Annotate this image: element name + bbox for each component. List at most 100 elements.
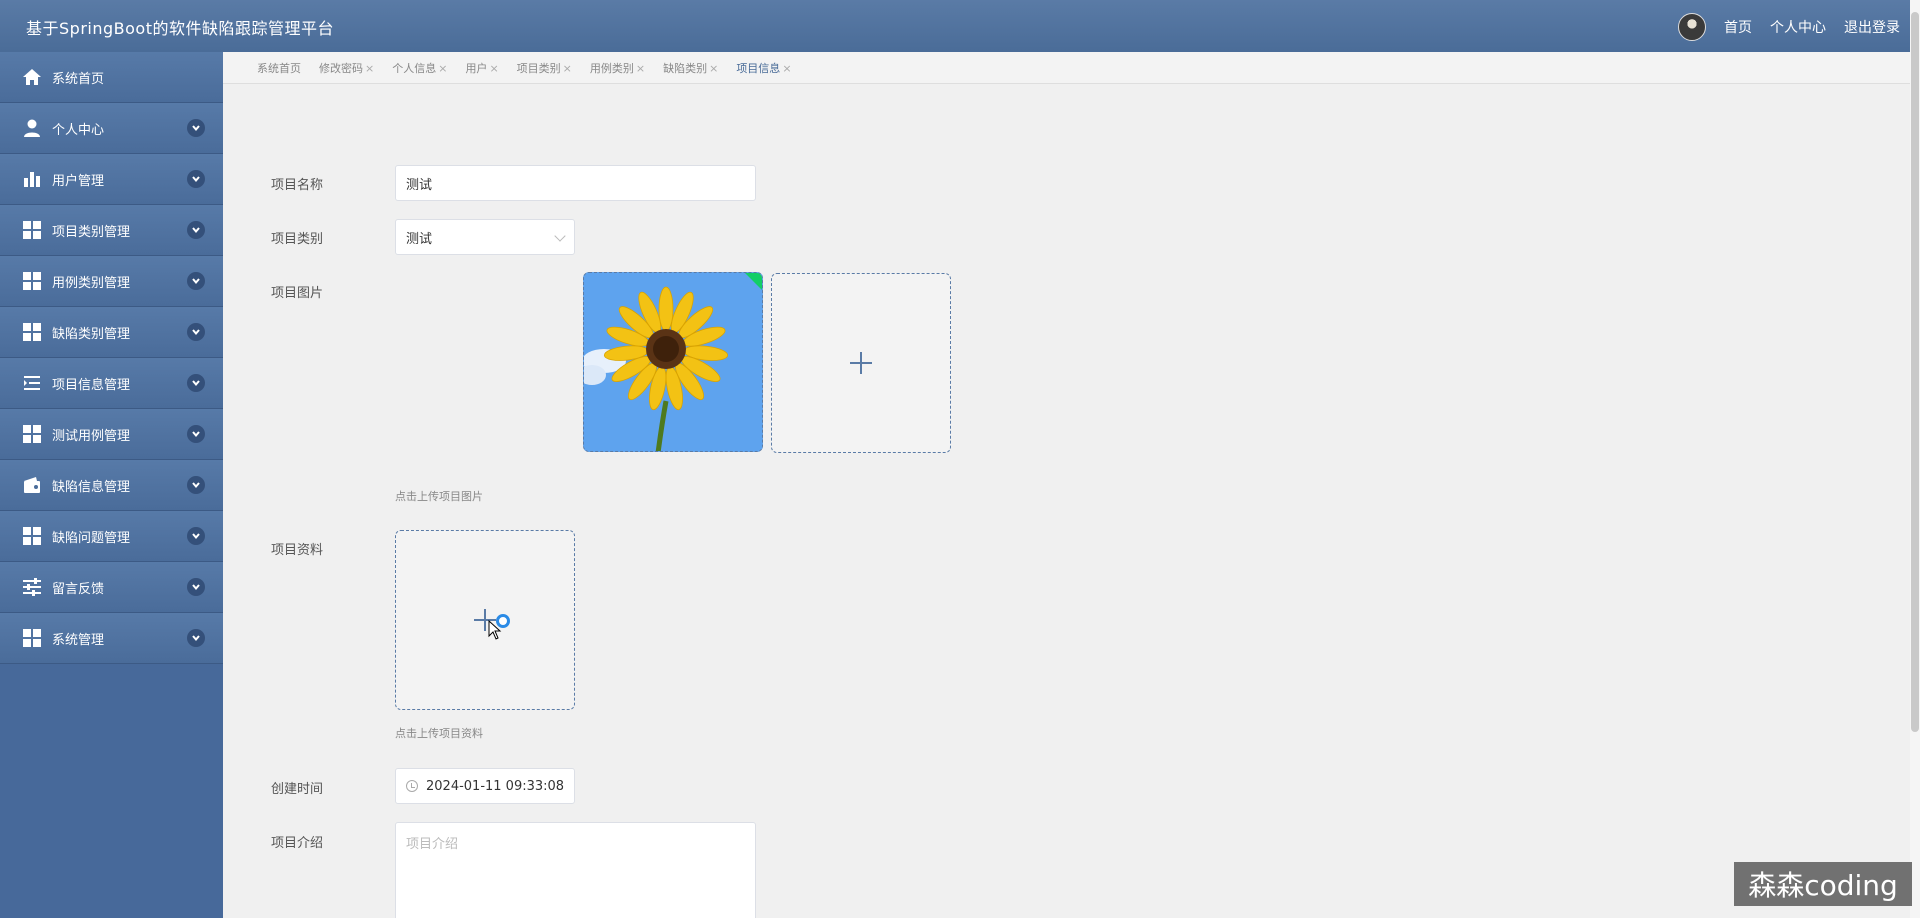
clock-icon (406, 780, 418, 792)
tab-label: 项目信息 (736, 61, 781, 75)
app-title: 基于SpringBoot的软件缺陷跟踪管理平台 (26, 19, 334, 38)
home-icon (22, 67, 42, 87)
grid-icon (22, 322, 42, 342)
sidebar-item-defect-category[interactable]: 缺陷类别管理 (0, 307, 223, 358)
sidebar-item-test-case[interactable]: 测试用例管理 (0, 409, 223, 460)
tab-defect-category[interactable]: 缺陷类别 × (663, 60, 718, 76)
chevron-down-icon[interactable] (187, 629, 205, 647)
sidebar-item-profile[interactable]: 个人中心 (0, 103, 223, 154)
grid-icon (22, 271, 42, 291)
watermark: 森森coding (1734, 862, 1912, 906)
tab-label: 项目类别 (516, 61, 561, 75)
project-form: 项目名称 测试 项目类别 测试 项目图片 点击上传项目图片 项目资料 点击上传项… (223, 84, 1910, 918)
tab-label: 个人信息 (392, 61, 437, 75)
plus-icon (850, 352, 872, 374)
close-icon[interactable]: × (365, 62, 374, 75)
sidebar-item-label: 缺陷问题管理 (52, 530, 131, 546)
list-indent-icon (22, 373, 42, 393)
sidebar-item-label: 项目信息管理 (52, 377, 131, 393)
sidebar-item-system[interactable]: 系统管理 (0, 613, 223, 664)
tab-label: 系统首页 (257, 61, 301, 75)
grid-icon (22, 220, 42, 240)
tab-label: 用例类别 (589, 61, 634, 75)
file-upload-hint: 点击上传项目资料 (395, 727, 483, 740)
close-icon[interactable]: × (636, 62, 645, 75)
sidebar-item-label: 缺陷信息管理 (52, 479, 131, 495)
mouse-cursor-icon (488, 620, 502, 640)
tab-home[interactable]: 系统首页 (257, 60, 301, 76)
bar-chart-icon (22, 169, 42, 189)
close-icon[interactable]: × (563, 62, 572, 75)
close-icon[interactable]: × (709, 62, 718, 75)
sidebar-item-label: 缺陷类别管理 (52, 326, 131, 342)
grid-icon (22, 526, 42, 546)
profile-link[interactable]: 个人中心 (1770, 17, 1826, 37)
intro-label: 项目介绍 (270, 836, 323, 851)
sidebar-item-label: 用例类别管理 (52, 275, 131, 291)
tab-project-info[interactable]: 项目信息 × (736, 60, 791, 76)
grid-icon (22, 424, 42, 444)
tab-label: 用户 (465, 61, 488, 75)
sidebar-item-case-category[interactable]: 用例类别管理 (0, 256, 223, 307)
project-intro-textarea[interactable]: 项目介绍 (395, 822, 756, 918)
sidebar: 系统首页 个人中心 用户管理 项目类别管理 用例类别管理 缺陷类别管理 项目信息… (0, 52, 223, 918)
project-category-select[interactable]: 测试 (395, 219, 575, 255)
file-upload-button[interactable] (395, 530, 575, 710)
image-upload-button[interactable] (771, 273, 951, 453)
created-time-picker[interactable]: 2024-01-11 09:33:08 (395, 768, 575, 804)
chevron-down-icon[interactable] (187, 374, 205, 392)
home-link[interactable]: 首页 (1724, 17, 1752, 37)
wallet-icon (22, 475, 42, 495)
scrollbar-thumb[interactable] (1911, 12, 1919, 732)
header-actions: 首页 个人中心 退出登录 (1678, 13, 1900, 41)
close-icon[interactable]: × (489, 62, 498, 75)
sidebar-item-label: 系统首页 (52, 71, 105, 87)
sidebar-item-project-category[interactable]: 项目类别管理 (0, 205, 223, 256)
close-icon[interactable]: × (782, 62, 791, 75)
sidebar-item-feedback[interactable]: 留言反馈 (0, 562, 223, 613)
sidebar-item-label: 项目类别管理 (52, 224, 131, 240)
chevron-down-icon[interactable] (187, 425, 205, 443)
sidebar-item-users[interactable]: 用户管理 (0, 154, 223, 205)
grid-icon (22, 628, 42, 648)
image-label: 项目图片 (270, 286, 323, 301)
chevron-down-icon[interactable] (187, 272, 205, 290)
tab-label: 缺陷类别 (663, 61, 708, 75)
tab-change-password[interactable]: 修改密码 × (319, 60, 374, 76)
chevron-down-icon[interactable] (187, 221, 205, 239)
sliders-icon (22, 577, 42, 597)
name-label: 项目名称 (270, 178, 323, 193)
category-label: 项目类别 (270, 232, 323, 247)
chevron-down-icon[interactable] (187, 170, 205, 188)
tab-personal-info[interactable]: 个人信息 × (392, 60, 447, 76)
tab-label: 修改密码 (319, 61, 363, 75)
chevron-down-icon[interactable] (187, 578, 205, 596)
uploaded-image-thumbnail[interactable] (583, 272, 763, 452)
sidebar-item-project-info[interactable]: 项目信息管理 (0, 358, 223, 409)
tab-case-category[interactable]: 用例类别 × (590, 60, 645, 76)
chevron-down-icon[interactable] (187, 476, 205, 494)
logout-link[interactable]: 退出登录 (1844, 17, 1900, 37)
tab-users[interactable]: 用户 × (465, 60, 498, 76)
page-scrollbar[interactable] (1910, 0, 1920, 918)
project-name-input[interactable]: 测试 (395, 165, 756, 201)
sidebar-item-label: 系统管理 (52, 632, 105, 648)
selected-value: 测试 (406, 231, 433, 247)
top-header: 基于SpringBoot的软件缺陷跟踪管理平台 首页 个人中心 退出登录 (0, 0, 1920, 52)
file-label: 项目资料 (270, 543, 323, 558)
sidebar-item-label: 测试用例管理 (52, 428, 131, 444)
created-label: 创建时间 (270, 782, 323, 797)
tab-project-category[interactable]: 项目类别 × (517, 60, 572, 76)
chevron-down-icon[interactable] (187, 323, 205, 341)
avatar[interactable] (1678, 13, 1706, 41)
sidebar-item-defect-issue[interactable]: 缺陷问题管理 (0, 511, 223, 562)
sidebar-item-home[interactable]: 系统首页 (0, 52, 223, 103)
sidebar-item-defect-info[interactable]: 缺陷信息管理 (0, 460, 223, 511)
sidebar-item-label: 个人中心 (52, 122, 105, 138)
chevron-down-icon[interactable] (187, 527, 205, 545)
sidebar-item-label: 用户管理 (52, 173, 105, 189)
created-time-value: 2024-01-11 09:33:08 (426, 778, 565, 794)
user-icon (22, 118, 42, 138)
chevron-down-icon[interactable] (187, 119, 205, 137)
close-icon[interactable]: × (438, 62, 447, 75)
